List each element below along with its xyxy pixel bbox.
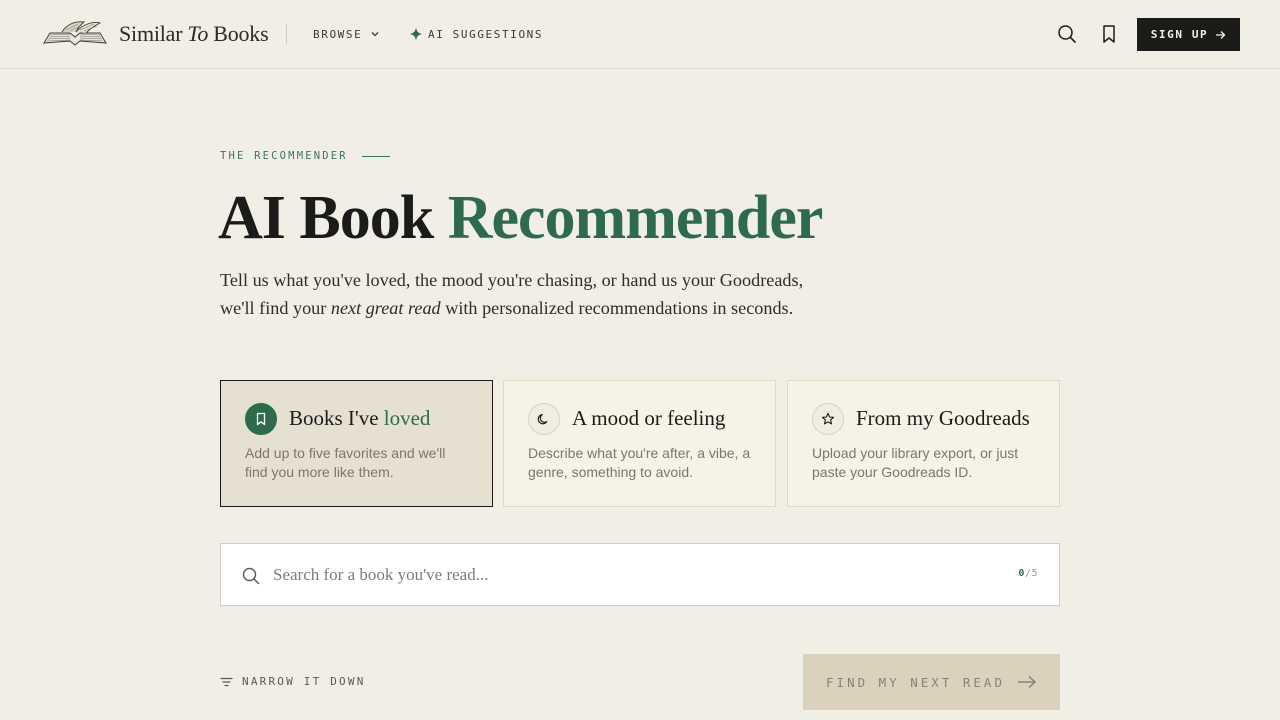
eyebrow-rule xyxy=(361,155,390,157)
eyebrow-text: THE RECOMMENDER xyxy=(220,150,348,162)
top-navigation-bar: Similar To Books BROWSE AI SUGGESTIONS S… xyxy=(0,0,1280,69)
arrow-right-icon xyxy=(1017,675,1037,689)
mode-card-description: Add up to five favorites and we'll find … xyxy=(245,445,446,480)
find-next-read-label: FIND MY NEXT READ xyxy=(826,674,1005,690)
subtitle-emphasis: next great read xyxy=(330,298,441,318)
narrow-it-down-button[interactable]: NARROW IT DOWN xyxy=(220,675,366,688)
open-book-icon xyxy=(43,21,107,46)
subtitle-line-1: Tell us what you've loved, the mood you'… xyxy=(220,270,804,290)
search-icon xyxy=(242,567,260,585)
logo-word-similar: Similar xyxy=(119,21,183,46)
mode-card-title-accent: loved xyxy=(383,406,431,430)
subtitle-line-2-end: with personalized recommendations in sec… xyxy=(445,298,794,318)
star-icon xyxy=(812,403,844,435)
chevron-down-icon xyxy=(371,32,379,37)
browse-label: BROWSE xyxy=(313,27,363,41)
logo-word-books: Books xyxy=(213,21,269,46)
mode-card-description: Describe what you're after, a vibe, a ge… xyxy=(528,445,751,480)
filter-icon xyxy=(220,677,233,686)
mode-card-title: Books I've loved xyxy=(289,406,430,431)
ai-suggestions-label: AI SUGGESTIONS xyxy=(428,27,544,41)
bookmark-icon[interactable] xyxy=(1099,23,1119,45)
site-logo[interactable]: Similar To Books xyxy=(40,18,269,50)
subtitle-line-2-start: we'll find your xyxy=(220,298,327,318)
selection-counter: 0/5 xyxy=(1018,568,1038,579)
mode-card-description: Upload your library export, or just past… xyxy=(812,445,1019,480)
site-logo-text: Similar To Books xyxy=(119,21,269,47)
mode-card-title-text: Books I've xyxy=(289,406,379,430)
eyebrow-label: THE RECOMMENDER xyxy=(220,150,390,162)
sign-up-button[interactable]: SIGN UP xyxy=(1137,18,1240,51)
book-search-input[interactable] xyxy=(273,560,973,590)
mode-card-goodreads[interactable]: From my Goodreads Upload your library ex… xyxy=(787,380,1060,507)
page-subtitle: Tell us what you've loved, the mood you'… xyxy=(220,266,860,322)
ai-suggestions-link[interactable]: AI SUGGESTIONS xyxy=(409,26,543,42)
mode-card-title: From my Goodreads xyxy=(856,406,1030,430)
selection-count-max: 5 xyxy=(1031,568,1038,579)
page-title: AI Book Recommender xyxy=(218,180,824,256)
book-search-box: 0/5 xyxy=(220,543,1060,606)
page-title-accent: Recommender xyxy=(447,184,824,252)
sparkle-icon xyxy=(409,27,423,41)
narrow-it-down-label: NARROW IT DOWN xyxy=(242,675,366,688)
search-icon[interactable] xyxy=(1056,23,1078,45)
mode-card-title: A mood or feeling xyxy=(572,406,726,430)
find-next-read-button[interactable]: FIND MY NEXT READ xyxy=(803,654,1060,710)
browse-menu-button[interactable]: BROWSE xyxy=(313,26,380,42)
mode-card-books-loved[interactable]: Books I've loved Add up to five favorite… xyxy=(220,380,493,507)
logo-word-to: To xyxy=(187,21,209,46)
sign-up-label: SIGN UP xyxy=(1150,28,1209,41)
bookmark-icon xyxy=(245,403,277,435)
page-title-main: AI Book xyxy=(218,184,434,252)
arrow-right-icon xyxy=(1216,30,1226,39)
moon-icon xyxy=(528,403,560,435)
header-divider xyxy=(286,24,287,44)
mode-card-mood[interactable]: A mood or feeling Describe what you're a… xyxy=(503,380,776,507)
